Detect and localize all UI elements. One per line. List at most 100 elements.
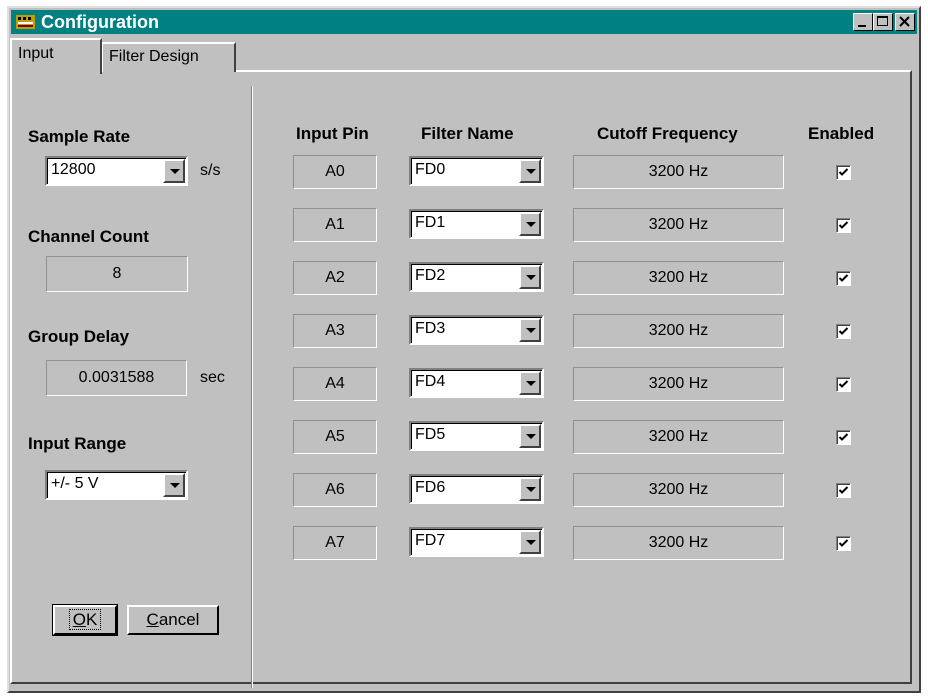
filter-name-select[interactable]: FD7: [409, 527, 544, 557]
input-pin-field: A0: [293, 155, 377, 189]
app-icon: [16, 15, 35, 29]
minimize-button[interactable]: [853, 13, 873, 31]
cutoff-frequency-field: 3200 Hz: [573, 420, 784, 454]
sample-rate-dropdown-button[interactable]: [163, 159, 185, 183]
filter-name-value: FD3: [415, 320, 446, 337]
cutoff-frequency-field: 3200 Hz: [573, 208, 784, 242]
tab-input-label: Input: [18, 45, 54, 62]
input-pin-field: A5: [293, 420, 377, 454]
checkmark-icon: [838, 433, 849, 441]
cutoff-frequency-field: 3200 Hz: [573, 155, 784, 189]
minimize-icon: [858, 25, 866, 27]
filter-name-select[interactable]: FD0: [409, 156, 544, 186]
channel-count-field: 8: [46, 256, 188, 292]
filter-name-dropdown-button[interactable]: [519, 371, 541, 395]
filter-name-value: FD6: [415, 479, 446, 496]
cutoff-frequency-field: 3200 Hz: [573, 473, 784, 507]
checkmark-icon: [838, 380, 849, 388]
enabled-checkbox[interactable]: [836, 377, 851, 392]
filter-name-select[interactable]: FD5: [409, 421, 544, 451]
chevron-down-icon: [526, 381, 536, 386]
group-delay-field: 0.0031588: [46, 360, 187, 396]
window-title: Configuration: [41, 12, 159, 32]
group-delay-label: Group Delay: [28, 327, 130, 346]
checkmark-icon: [838, 168, 849, 176]
sample-rate-value: 12800: [51, 161, 96, 178]
cutoff-frequency-field: 3200 Hz: [573, 367, 784, 401]
input-pin-field: A6: [293, 473, 377, 507]
panel-divider: [251, 86, 253, 688]
header-enabled: Enabled: [808, 124, 875, 143]
cancel-button-label: Cancel: [146, 610, 200, 629]
header-input-pin: Input Pin: [296, 124, 369, 143]
filter-name-select[interactable]: FD4: [409, 368, 544, 398]
filter-name-dropdown-button[interactable]: [519, 159, 541, 183]
sample-rate-label: Sample Rate: [28, 127, 131, 146]
enabled-checkbox[interactable]: [836, 536, 851, 551]
checkmark-icon: [838, 221, 849, 229]
filter-name-dropdown-button[interactable]: [519, 265, 541, 289]
enabled-checkbox[interactable]: [836, 218, 851, 233]
ok-button-label: OK: [68, 609, 102, 630]
input-range-select[interactable]: +/- 5 V: [45, 470, 188, 500]
chevron-down-icon: [526, 487, 536, 492]
cutoff-frequency-field: 3200 Hz: [573, 261, 784, 295]
ok-button[interactable]: OK: [52, 604, 118, 636]
filter-name-select[interactable]: FD6: [409, 474, 544, 504]
chevron-down-icon: [170, 483, 180, 488]
enabled-checkbox[interactable]: [836, 165, 851, 180]
filter-name-value: FD4: [415, 373, 446, 390]
input-pin-field: A4: [293, 367, 377, 401]
filter-name-select[interactable]: FD1: [409, 209, 544, 239]
maximize-icon: [877, 16, 888, 26]
input-range-dropdown-button[interactable]: [163, 473, 185, 497]
sample-rate-unit: s/s: [200, 162, 221, 179]
cancel-button[interactable]: Cancel: [127, 605, 219, 635]
filter-name-select[interactable]: FD3: [409, 315, 544, 345]
maximize-button[interactable]: [873, 13, 893, 31]
tab-filter-design-label: Filter Design: [109, 48, 199, 65]
input-pin-field: A1: [293, 208, 377, 242]
filter-name-value: FD5: [415, 426, 446, 443]
tab-input[interactable]: Input: [10, 38, 102, 74]
chevron-down-icon: [526, 328, 536, 333]
filter-name-value: FD2: [415, 267, 446, 284]
chevron-down-icon: [526, 169, 536, 174]
enabled-checkbox[interactable]: [836, 271, 851, 286]
input-pin-field: A7: [293, 526, 377, 560]
checkmark-icon: [838, 274, 849, 282]
filter-name-dropdown-button[interactable]: [519, 212, 541, 236]
filter-name-value: FD7: [415, 532, 446, 549]
filter-name-dropdown-button[interactable]: [519, 477, 541, 501]
filter-name-value: FD0: [415, 161, 446, 178]
filter-name-select[interactable]: FD2: [409, 262, 544, 292]
tab-filter-design[interactable]: Filter Design: [102, 42, 236, 72]
enabled-checkbox[interactable]: [836, 430, 851, 445]
header-filter-name: Filter Name: [421, 124, 514, 143]
enabled-checkbox[interactable]: [836, 324, 851, 339]
cutoff-frequency-field: 3200 Hz: [573, 526, 784, 560]
chevron-down-icon: [526, 434, 536, 439]
close-icon: [899, 16, 910, 27]
channel-count-label: Channel Count: [28, 227, 149, 246]
checkmark-icon: [838, 486, 849, 494]
sample-rate-select[interactable]: 12800: [45, 156, 188, 186]
enabled-checkbox[interactable]: [836, 483, 851, 498]
filter-name-dropdown-button[interactable]: [519, 318, 541, 342]
input-pin-field: A3: [293, 314, 377, 348]
group-delay-unit: sec: [200, 369, 225, 386]
title-bar[interactable]: Configuration: [11, 10, 917, 34]
filter-name-dropdown-button[interactable]: [519, 424, 541, 448]
chevron-down-icon: [526, 222, 536, 227]
chevron-down-icon: [170, 169, 180, 174]
header-cutoff-frequency: Cutoff Frequency: [597, 124, 738, 143]
close-button[interactable]: [895, 13, 915, 31]
filter-name-value: FD1: [415, 214, 446, 231]
cutoff-frequency-field: 3200 Hz: [573, 314, 784, 348]
input-pin-field: A2: [293, 261, 377, 295]
input-range-label: Input Range: [28, 434, 127, 453]
checkmark-icon: [838, 539, 849, 547]
filter-name-dropdown-button[interactable]: [519, 530, 541, 554]
input-range-value: +/- 5 V: [51, 475, 99, 492]
chevron-down-icon: [526, 275, 536, 280]
